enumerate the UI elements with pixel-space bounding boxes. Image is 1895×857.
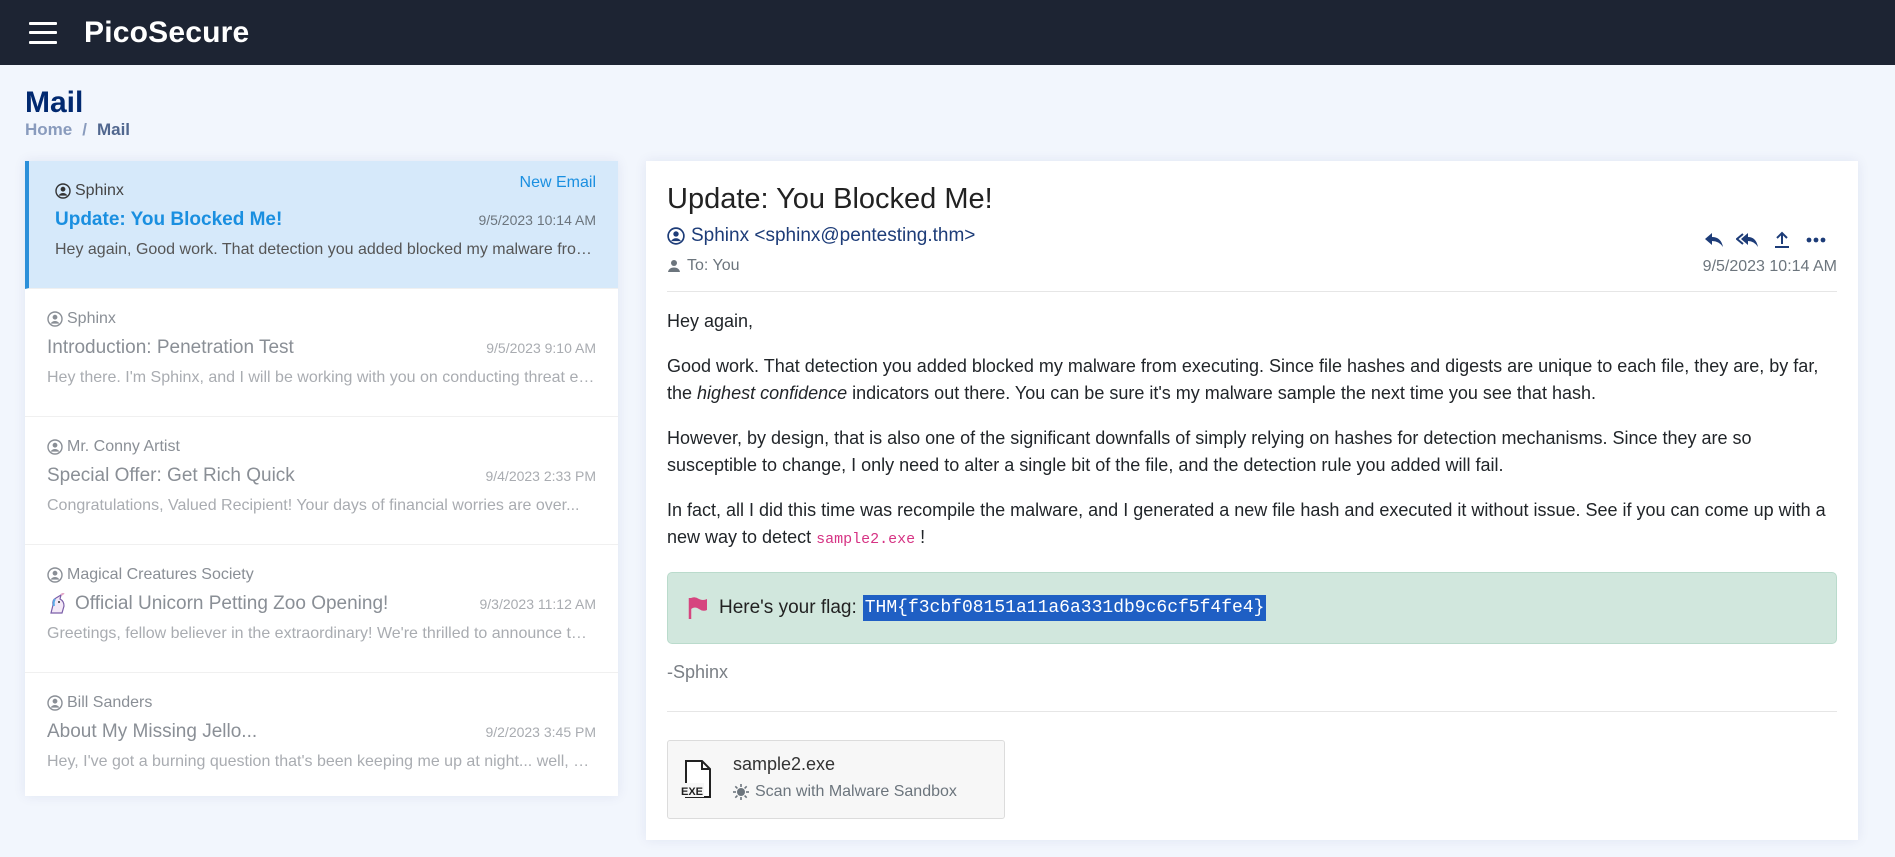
mail-date: 9/4/2023 2:33 PM <box>485 468 596 484</box>
mail-date: 9/5/2023 10:14 AM <box>478 212 596 228</box>
brand-logo[interactable]: PicoSecure <box>84 16 249 50</box>
reader-actions <box>1702 228 1828 252</box>
menu-toggle-icon[interactable] <box>29 21 57 44</box>
exe-file-icon: EXE <box>680 760 711 798</box>
user-circle-icon <box>47 439 63 455</box>
user-circle-icon <box>55 183 71 199</box>
mail-preview: Hey there. I'm Sphinx, and I will be wor… <box>47 369 595 386</box>
mail-preview: Greetings, fellow believer in the extrao… <box>47 625 595 642</box>
divider <box>667 291 1837 292</box>
mail-subject: About My Missing Jello... <box>47 721 258 742</box>
user-circle-icon <box>47 311 63 327</box>
reader-date: 9/5/2023 10:14 AM <box>1702 258 1837 275</box>
mail-paragraph-1: Good work. That detection you added bloc… <box>667 356 1819 403</box>
flag-label: Here's your flag: <box>719 597 857 618</box>
mail-list: Sphinx New Email Update: You Blocked Me!… <box>25 161 618 796</box>
mail-date: 9/5/2023 9:10 AM <box>486 340 596 356</box>
forward-upload-icon[interactable] <box>1770 228 1794 252</box>
flag-value[interactable]: THM{f3cbf08151a11a6a331db9c6cf5f4fe4} <box>862 595 1267 621</box>
mail-reader: Update: You Blocked Me! Sphinx <sphinx@p… <box>646 161 1858 840</box>
mail-paragraph-2: However, by design, that is also one of … <box>667 428 1752 475</box>
mail-sender: Bill Sanders <box>47 694 152 712</box>
inline-code-filename: sample2.exe <box>816 531 916 548</box>
user-circle-icon <box>47 567 63 583</box>
breadcrumb: Home / Mail <box>25 120 130 140</box>
flag-icon <box>688 597 707 619</box>
mail-sender: Magical Creatures Society <box>47 566 254 584</box>
mail-preview: Congratulations, Valued Recipient! Your … <box>47 497 580 514</box>
attachment-card[interactable]: EXE sample2.exe Scan with Malware Sandbo… <box>667 740 1005 819</box>
more-options-icon[interactable] <box>1804 228 1828 252</box>
mail-date: 9/3/2023 11:12 AM <box>479 596 597 612</box>
mail-sender: Sphinx <box>55 182 124 200</box>
mail-subject: Introduction: Penetration Test <box>47 337 294 358</box>
breadcrumb-separator: / <box>82 120 87 139</box>
reader-sender[interactable]: Sphinx <sphinx@pentesting.thm> <box>667 225 975 247</box>
mail-date: 9/2/2023 3:45 PM <box>485 724 596 740</box>
flag-alert: Here's your flag: THM{f3cbf08151a11a6a33… <box>667 572 1837 644</box>
breadcrumb-current: Mail <box>96 120 131 139</box>
file-type-label: EXE <box>681 786 703 798</box>
mail-body: Hey again, Good work. That detection you… <box>667 308 1837 571</box>
top-navbar: PicoSecure <box>0 0 1895 65</box>
new-email-badge: New Email <box>519 174 596 191</box>
mail-sender: Sphinx <box>47 310 116 328</box>
attachment-name: sample2.exe <box>733 754 836 774</box>
mail-list-item-5[interactable]: Bill Sanders About My Missing Jello... 9… <box>25 673 618 796</box>
mail-list-item-3[interactable]: Mr. Conny Artist Special Offer: Get Rich… <box>25 417 618 545</box>
reply-all-icon[interactable] <box>1736 228 1760 252</box>
page-title: Mail <box>25 86 84 119</box>
user-circle-icon <box>667 227 685 245</box>
mail-list-item-1[interactable]: Sphinx New Email Update: You Blocked Me!… <box>25 161 618 289</box>
mail-preview: Hey, I've got a burning question that's … <box>47 753 595 770</box>
divider <box>667 711 1837 712</box>
reply-icon[interactable] <box>1702 228 1726 252</box>
mail-signature: -Sphinx <box>667 662 729 682</box>
user-circle-icon <box>47 695 63 711</box>
mail-preview: Hey again, Good work. That detection you… <box>55 241 600 258</box>
mail-paragraph-3: In fact, all I did this time was recompi… <box>667 500 1826 548</box>
mail-sender: Mr. Conny Artist <box>47 438 180 456</box>
mail-list-item-4[interactable]: Magical Creatures Society Official Unico… <box>25 545 618 673</box>
reader-subject: Update: You Blocked Me! <box>667 183 993 215</box>
breadcrumb-home-link[interactable]: Home <box>25 120 72 140</box>
mail-subject: Special Offer: Get Rich Quick <box>47 465 295 486</box>
reader-recipient: To: You <box>667 257 740 275</box>
unicorn-icon <box>50 593 65 614</box>
person-icon <box>668 260 680 272</box>
mail-list-item-2[interactable]: Sphinx Introduction: Penetration Test 9/… <box>25 289 618 417</box>
mail-subject: Official Unicorn Petting Zoo Opening! <box>47 593 388 615</box>
scan-sandbox-link[interactable]: Scan with Malware Sandbox <box>733 783 957 801</box>
virus-icon <box>733 784 749 800</box>
mail-greeting: Hey again, <box>667 311 754 331</box>
mail-subject: Update: You Blocked Me! <box>55 209 283 230</box>
emphasis-text: highest confidence <box>697 383 848 403</box>
